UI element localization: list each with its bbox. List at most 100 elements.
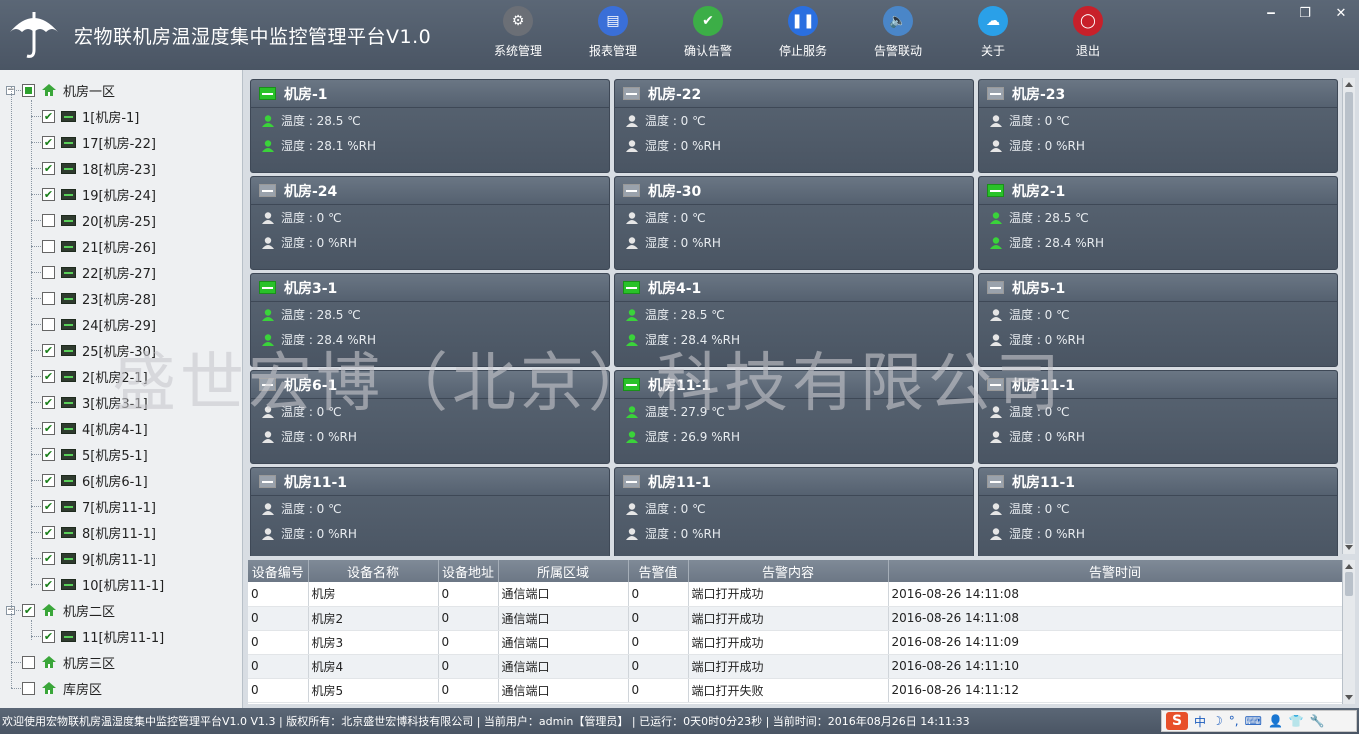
tree-device-item[interactable]: 21[机房-26] — [42, 236, 156, 256]
ime-moon-icon[interactable]: ☽ — [1212, 714, 1223, 728]
toolbar-button-5[interactable]: 🔈 告警联动 — [858, 6, 938, 64]
tree-device-item[interactable]: ✔ 6[机房6-1] — [42, 470, 148, 490]
tree-device-item[interactable]: ✔ 19[机房-24] — [42, 184, 156, 204]
toolbar-button-2[interactable]: ▤ 报表管理 — [573, 6, 653, 64]
tree-device-item[interactable]: ✔ 11[机房11-1] — [42, 626, 164, 646]
device-checkbox[interactable] — [42, 213, 55, 227]
column-header[interactable]: 所属区域 — [498, 560, 629, 582]
tree-device-item[interactable]: 22[机房-27] — [42, 262, 156, 282]
alarm-table-scrollbar[interactable] — [1342, 560, 1355, 704]
minimize-button[interactable]: ‒ — [1262, 6, 1280, 21]
ime-tools-icon[interactable]: 🔧 — [1310, 714, 1325, 728]
toolbar-button-1[interactable]: ⚙ 系统管理 — [478, 6, 558, 64]
room-card[interactable]: 机房11-1 温度 : 0 ℃ 湿度 : 0 %RH — [614, 467, 974, 556]
device-checkbox[interactable]: ✔ — [42, 629, 55, 643]
group-checkbox[interactable]: ✔ — [22, 603, 35, 617]
cards-scrollbar[interactable] — [1342, 78, 1355, 554]
device-checkbox[interactable]: ✔ — [42, 551, 55, 565]
room-card[interactable]: 机房-23 温度 : 0 ℃ 湿度 : 0 %RH — [978, 79, 1338, 173]
tree-device-item[interactable]: ✔ 3[机房3-1] — [42, 392, 148, 412]
table-row[interactable]: 0 机房2 0 通信端口 0 端口打开成功 2016-08-26 14:11:08 — [248, 606, 1342, 631]
table-row[interactable]: 0 机房5 0 通信端口 0 端口打开失败 2016-08-26 14:11:12 — [248, 678, 1342, 703]
column-header[interactable]: 告警值 — [628, 560, 689, 582]
ime-punctuation-icon[interactable]: °, — [1229, 714, 1239, 728]
column-header[interactable]: 设备地址 — [438, 560, 499, 582]
device-checkbox[interactable] — [42, 265, 55, 279]
ime-keyboard-icon[interactable]: ⌨ — [1245, 714, 1262, 728]
device-checkbox[interactable]: ✔ — [42, 473, 55, 487]
column-header[interactable]: 告警内容 — [688, 560, 889, 582]
room-card[interactable]: 机房11-1 温度 : 0 ℃ 湿度 : 0 %RH — [978, 467, 1338, 556]
ime-skin-icon[interactable]: 👕 — [1289, 714, 1304, 728]
tree-device-item[interactable]: ✔ 2[机房2-1] — [42, 366, 148, 386]
table-row[interactable]: 0 机房 0 通信端口 0 端口打开成功 2016-08-26 14:11:08 — [248, 582, 1342, 607]
sogou-logo-icon[interactable]: S — [1166, 712, 1188, 730]
room-card[interactable]: 机房11-1 温度 : 27.9 ℃ 湿度 : 26.9 %RH — [614, 370, 974, 464]
room-card[interactable]: 机房4-1 温度 : 28.5 ℃ 湿度 : 28.4 %RH — [614, 273, 974, 367]
tree-device-item[interactable]: ✔ 7[机房11-1] — [42, 496, 156, 516]
toolbar-button-7[interactable]: ◯ 退出 — [1048, 6, 1128, 64]
toolbar-button-6[interactable]: ☁ 关于 — [953, 6, 1033, 64]
device-checkbox[interactable]: ✔ — [42, 499, 55, 513]
device-checkbox[interactable]: ✔ — [42, 109, 55, 123]
room-card[interactable]: 机房2-1 温度 : 28.5 ℃ 湿度 : 28.4 %RH — [978, 176, 1338, 270]
group-checkbox[interactable] — [22, 655, 35, 669]
close-button[interactable]: ✕ — [1332, 6, 1350, 21]
device-checkbox[interactable] — [42, 291, 55, 305]
tree-group-1[interactable]: 机房一区 — [22, 80, 115, 100]
device-icon — [61, 214, 76, 226]
device-checkbox[interactable]: ✔ — [42, 187, 55, 201]
tree-group-4[interactable]: 库房区 — [22, 678, 102, 698]
device-checkbox[interactable]: ✔ — [42, 525, 55, 539]
device-checkbox[interactable]: ✔ — [42, 369, 55, 383]
toolbar-button-3[interactable]: ✔ 确认告警 — [668, 6, 748, 64]
tree-device-item[interactable]: ✔ 17[机房-22] — [42, 132, 156, 152]
tree-device-item[interactable]: ✔ 8[机房11-1] — [42, 522, 156, 542]
tree-group-2[interactable]: ✔ 机房二区 — [22, 600, 115, 620]
room-card[interactable]: 机房-1 温度 : 28.5 ℃ 湿度 : 28.1 %RH — [250, 79, 610, 173]
room-card[interactable]: 机房11-1 温度 : 0 ℃ 湿度 : 0 %RH — [978, 370, 1338, 464]
device-checkbox[interactable]: ✔ — [42, 447, 55, 461]
group-checkbox[interactable] — [22, 681, 35, 695]
column-header[interactable]: 告警时间 — [888, 560, 1342, 582]
tree-device-item[interactable]: ✔ 9[机房11-1] — [42, 548, 156, 568]
device-checkbox[interactable] — [42, 317, 55, 331]
tree-device-item[interactable]: ✔ 1[机房-1] — [42, 106, 139, 126]
column-header[interactable]: 设备名称 — [308, 560, 439, 582]
room-card[interactable]: 机房5-1 温度 : 0 ℃ 湿度 : 0 %RH — [978, 273, 1338, 367]
tree-device-item[interactable]: ✔ 4[机房4-1] — [42, 418, 148, 438]
room-card[interactable]: 机房11-1 温度 : 0 ℃ 湿度 : 0 %RH — [250, 467, 610, 556]
device-checkbox[interactable]: ✔ — [42, 135, 55, 149]
room-card[interactable]: 机房-24 温度 : 0 ℃ 湿度 : 0 %RH — [250, 176, 610, 270]
device-checkbox[interactable]: ✔ — [42, 421, 55, 435]
device-checkbox[interactable]: ✔ — [42, 161, 55, 175]
room-card[interactable]: 机房6-1 温度 : 0 ℃ 湿度 : 0 %RH — [250, 370, 610, 464]
tree-device-item[interactable]: ✔ 10[机房11-1] — [42, 574, 164, 594]
device-checkbox[interactable]: ✔ — [42, 577, 55, 591]
tree-device-label: 23[机房-28] — [82, 292, 156, 308]
device-checkbox[interactable]: ✔ — [42, 343, 55, 357]
table-row[interactable]: 0 机房3 0 通信端口 0 端口打开成功 2016-08-26 14:11:09 — [248, 630, 1342, 655]
tree-device-item[interactable]: ✔ 18[机房-23] — [42, 158, 156, 178]
ime-user-icon[interactable]: 👤 — [1268, 714, 1283, 728]
ime-toolbar[interactable]: S 中 ☽ °, ⌨ 👤 👕 🔧 — [1161, 710, 1357, 732]
tree-group-3[interactable]: 机房三区 — [22, 652, 115, 672]
column-header[interactable]: 设备编号 — [248, 560, 309, 582]
restore-button[interactable]: ❐ — [1296, 6, 1314, 21]
toolbar-button-4[interactable]: ❚❚ 停止服务 — [763, 6, 843, 64]
tree-device-item[interactable]: 23[机房-28] — [42, 288, 156, 308]
room-card[interactable]: 机房-30 温度 : 0 ℃ 湿度 : 0 %RH — [614, 176, 974, 270]
room-card[interactable]: 机房-22 温度 : 0 ℃ 湿度 : 0 %RH — [614, 79, 974, 173]
room-card[interactable]: 机房3-1 温度 : 28.5 ℃ 湿度 : 28.4 %RH — [250, 273, 610, 367]
table-row[interactable]: 0 机房4 0 通信端口 0 端口打开成功 2016-08-26 14:11:10 — [248, 654, 1342, 679]
tree-device-item[interactable]: ✔ 25[机房-30] — [42, 340, 156, 360]
group-checkbox[interactable] — [22, 83, 35, 97]
tree-device-item[interactable]: ✔ 5[机房5-1] — [42, 444, 148, 464]
device-checkbox[interactable]: ✔ — [42, 395, 55, 409]
table-cell: 端口打开成功 — [688, 630, 889, 655]
temperature-value: 温度 : 0 ℃ — [645, 502, 706, 516]
device-checkbox[interactable] — [42, 239, 55, 253]
tree-device-item[interactable]: 24[机房-29] — [42, 314, 156, 334]
ime-chinese-icon[interactable]: 中 — [1194, 713, 1206, 730]
tree-device-item[interactable]: 20[机房-25] — [42, 210, 156, 230]
